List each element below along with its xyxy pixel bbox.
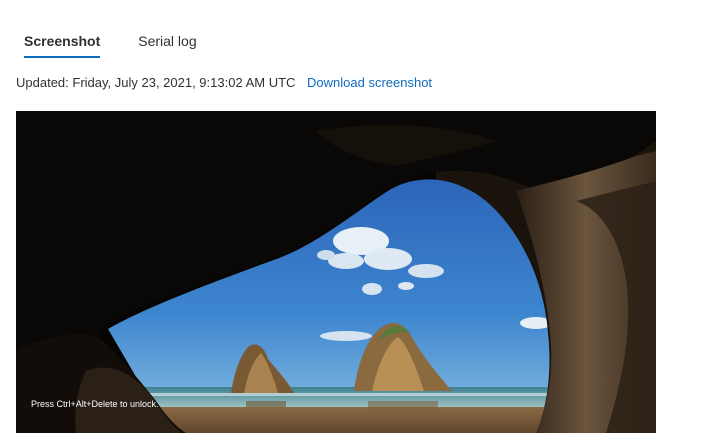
tab-serial-log[interactable]: Serial log: [130, 24, 204, 58]
lock-screen-message: Press Ctrl+Alt+Delete to unlock.: [31, 399, 159, 409]
vm-screenshot: Press Ctrl+Alt+Delete to unlock.: [16, 111, 656, 433]
download-screenshot-link[interactable]: Download screenshot: [307, 75, 432, 90]
tab-screenshot[interactable]: Screenshot: [16, 24, 108, 58]
lock-screen-image: [16, 111, 656, 433]
tab-bar: Screenshot Serial log: [16, 24, 205, 58]
status-row: Updated: Friday, July 23, 2021, 9:13:02 …: [16, 74, 432, 92]
updated-timestamp: Updated: Friday, July 23, 2021, 9:13:02 …: [16, 75, 296, 90]
